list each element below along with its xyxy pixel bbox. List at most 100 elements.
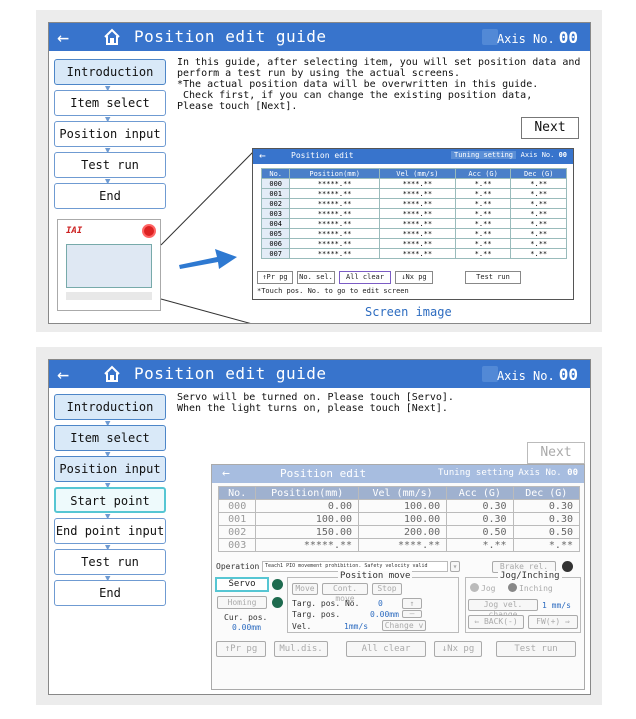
mini-button-2[interactable]: No. sel.	[297, 271, 335, 284]
pe-button-5[interactable]: Test run	[496, 641, 576, 657]
table-cell: *****.**	[289, 248, 380, 259]
jog-forward-button[interactable]: FW(+) ⇒	[528, 615, 578, 629]
table-cell: 005	[260, 228, 291, 239]
table-cell: *.**	[454, 198, 512, 209]
pe-button-2[interactable]: Mul.dis.	[274, 641, 328, 657]
table-cell: 100.00	[255, 512, 360, 526]
nav-step-5[interactable]: End point input	[54, 518, 166, 544]
jog-radio[interactable]	[470, 583, 479, 592]
home-icon[interactable]	[103, 365, 121, 383]
bottom-screen: ← Position edit guide Axis No. 00 Introdu…	[48, 359, 591, 695]
nav-step-3[interactable]: Position input	[54, 456, 166, 482]
column-header: No.	[260, 168, 291, 179]
column-header: Vel (mm/s)	[358, 486, 448, 500]
table-cell: 000	[260, 178, 291, 189]
table-row[interactable]: 004 *****.** ****.** *.** *.**	[260, 218, 567, 229]
homing-lamp	[272, 597, 283, 608]
table-row[interactable]: 000 *****.** ****.** *.** *.**	[260, 178, 567, 189]
nav-step-7[interactable]: End	[54, 580, 166, 606]
table-cell: ****.**	[378, 198, 456, 209]
table-cell: 003	[260, 208, 291, 219]
table-cell: *.**	[510, 248, 567, 259]
pe-button-1[interactable]: ↑Pr pg	[216, 641, 266, 657]
pos-up-button[interactable]: ↑	[402, 598, 422, 609]
mini-button-5[interactable]: Test run	[465, 271, 521, 284]
table-cell: *.**	[454, 178, 512, 189]
table-cell: ****.**	[378, 208, 456, 219]
jog-speed-value: 1 mm/s	[542, 601, 571, 610]
table-cell: 001	[260, 188, 291, 199]
targ-pos-no-value: 0	[378, 599, 383, 608]
table-cell: *.**	[510, 218, 567, 229]
jog-back-button[interactable]: ⇐ BACK(-)	[468, 615, 524, 629]
column-header: Dec (G)	[510, 168, 567, 179]
table-row[interactable]: 003 *****.** ****.** *.** *.**	[217, 538, 581, 552]
table-row[interactable]: 000 0.00 100.00 0.30 0.30	[217, 499, 581, 513]
table-cell: *****.**	[289, 218, 380, 229]
nav-step-4[interactable]: Start point input	[54, 487, 166, 532]
table-row[interactable]: 005 *****.** ****.** *.** *.**	[260, 228, 567, 239]
mini-button-4[interactable]: ↓Nx pg	[395, 271, 433, 284]
table-cell: 003	[217, 538, 257, 552]
table-row[interactable]: 002 150.00 200.00 0.50 0.50	[217, 525, 581, 539]
jog-velocity-change-button[interactable]: Jog vel. change	[468, 599, 538, 619]
top-screen: ← Position edit guide Axis No. 00 Introdu…	[48, 22, 591, 324]
table-cell: ****.**	[378, 188, 456, 199]
table-cell: *.**	[454, 248, 512, 259]
nav-step-6[interactable]: Test run	[54, 549, 166, 575]
targ-pos-no-label: Targ. pos. No.	[292, 599, 360, 608]
table-cell: *.**	[510, 188, 567, 199]
homing-button[interactable]: Homing	[217, 596, 267, 609]
pe-button-4[interactable]: ↓Nx pg	[434, 641, 482, 657]
table-cell: *.**	[510, 178, 567, 189]
table-cell: 007	[260, 248, 291, 259]
table-cell: *.**	[454, 188, 512, 199]
table-row[interactable]: 002 *****.** ****.** *.** *.**	[260, 198, 567, 209]
table-row[interactable]: 007 *****.** ****.** *.** *.**	[260, 248, 567, 259]
inching-label: Inching	[519, 584, 553, 593]
mini-button-1[interactable]: ↑Pr pg	[257, 271, 293, 284]
mini-back-icon: ←	[259, 149, 266, 162]
table-cell: 0.00	[255, 499, 360, 513]
servo-lamp	[272, 579, 283, 590]
change-velocity-button[interactable]: Change v	[382, 620, 426, 631]
table-cell: 0.30	[446, 512, 514, 526]
servo-button[interactable]: Servo	[215, 577, 269, 592]
table-cell: *.**	[454, 228, 512, 239]
table-cell: *.**	[512, 538, 581, 552]
axis-number-label: Axis No. 00	[496, 365, 578, 384]
top-panel: ← Position edit guide Axis No. 00 Introdu…	[36, 10, 602, 332]
guide-figure: ← Position edit guide Axis No. 00 Introdu…	[0, 0, 636, 719]
move-button[interactable]: Move	[292, 583, 318, 595]
back-arrow-icon[interactable]: ←	[57, 362, 69, 386]
table-row[interactable]: 001 100.00 100.00 0.30 0.30	[217, 512, 581, 526]
table-cell: *****.**	[289, 188, 380, 199]
column-header: Dec (G)	[512, 486, 581, 500]
targ-pos-label: Targ. pos.	[292, 610, 341, 619]
pos-down-button[interactable]: —	[402, 610, 422, 618]
nav-step-1[interactable]: Introduction	[54, 394, 166, 420]
mini-position-table: No. Position(mm) Vel (mm/s) Acc (G) Dec (G) 0…	[260, 168, 567, 259]
mini-screen: ← Position edit Tuning setting Axis No. …	[252, 148, 574, 300]
table-cell: *.**	[454, 208, 512, 219]
table-cell: 100.00	[358, 512, 448, 526]
mini-button-3[interactable]: All clear	[339, 271, 391, 284]
nav-step-2[interactable]: Item select	[54, 425, 166, 451]
table-row[interactable]: 003 *****.** ****.** *.** *.**	[260, 208, 567, 219]
table-row[interactable]: 001 *****.** ****.** *.** *.**	[260, 188, 567, 199]
table-cell: 100.00	[358, 499, 448, 513]
pe-button-3[interactable]: All clear	[346, 641, 426, 657]
table-cell: *****.**	[289, 198, 380, 209]
operation-dropdown-icon[interactable]: ▾	[450, 561, 460, 572]
table-row[interactable]: 006 *****.** ****.** *.** *.**	[260, 238, 567, 249]
inching-radio[interactable]	[508, 583, 517, 592]
stop-button[interactable]: Stop	[372, 583, 402, 595]
table-cell: ****.**	[378, 178, 456, 189]
table-cell: *****.**	[289, 208, 380, 219]
next-button-disabled[interactable]: Next	[527, 442, 585, 464]
table-cell: *.**	[510, 228, 567, 239]
table-cell: 0.50	[446, 525, 514, 539]
pe-title: Position edit	[280, 467, 367, 480]
mini-hint: *Touch pos. No. to go to edit screen	[257, 287, 409, 295]
cont-move-button[interactable]: Cont. move	[322, 583, 368, 603]
